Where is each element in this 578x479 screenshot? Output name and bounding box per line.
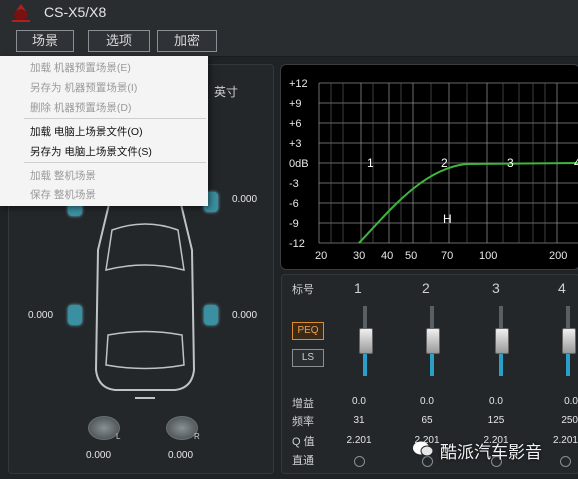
band-1-bypass-radio[interactable] <box>354 456 365 467</box>
band-marker-3: 3 <box>507 156 514 170</box>
wechat-icon <box>413 441 434 457</box>
band-3-freq[interactable]: 125 <box>474 415 518 426</box>
menu-encrypt-button[interactable]: 加密 <box>157 30 217 52</box>
band-2-gain[interactable]: 0.0 <box>405 396 449 407</box>
band-2-number: 2 <box>422 280 430 296</box>
menu-item-load-file[interactable]: 加载 电脑上场景文件(O) <box>30 124 143 139</box>
row-label-index: 标号 <box>292 284 314 296</box>
y-tick-label: +12 <box>289 78 308 90</box>
menu-bar: 场景 选项 加密 <box>0 26 578 57</box>
band-1-gain[interactable]: 0.0 <box>337 396 381 407</box>
y-tick-label: +3 <box>289 138 302 150</box>
menu-item-load-whole[interactable]: 加载 整机场景 <box>30 168 96 183</box>
menu-separator <box>24 162 206 163</box>
front-right-value: 0.000 <box>232 194 258 205</box>
x-tick-label: 100 <box>479 250 497 262</box>
frequency-response-graph: +12 +9 +6 +3 0dB -3 -6 -9 -12 20 30 40 50 70 100 200 1 2 3… <box>280 64 578 270</box>
row-label-bypass: 直通 <box>292 455 314 467</box>
y-tick-label: -6 <box>289 198 299 210</box>
band-2-slider-knob[interactable] <box>426 328 440 354</box>
graph-canvas: +12 +9 +6 +3 0dB -3 -6 -9 -12 20 30 40 50 70 100 200 1 2 3… <box>289 78 578 262</box>
peq-button[interactable]: PEQ <box>292 322 324 340</box>
y-tick-label: 0dB <box>289 158 309 170</box>
rear-right-value: 0.000 <box>232 310 258 321</box>
row-label-q: Q 值 <box>292 436 315 448</box>
band-3-number: 3 <box>492 280 500 296</box>
band-3-gain[interactable]: 0.0 <box>474 396 518 407</box>
rear-left-value: 0.000 <box>28 310 54 321</box>
x-tick-label: 50 <box>405 250 417 262</box>
title-bar: CS-X5/X8 <box>0 0 578 26</box>
sub-left-label: L <box>116 432 121 441</box>
band-3-slider-knob[interactable] <box>495 328 509 354</box>
band-2-freq[interactable]: 65 <box>405 415 449 426</box>
band-1-slider-knob[interactable] <box>359 328 373 354</box>
app-logo-icon <box>12 4 30 22</box>
hpf-marker: H <box>443 212 452 226</box>
y-tick-label: +9 <box>289 98 302 110</box>
x-tick-label: 70 <box>441 250 453 262</box>
menu-item-load-preset[interactable]: 加载 机器预置场景(E) <box>30 60 131 75</box>
car-outline <box>94 190 196 399</box>
band-4-number: 4 <box>558 280 566 296</box>
rear-left-speaker-icon[interactable] <box>68 305 82 325</box>
rear-right-speaker-icon[interactable] <box>204 305 218 325</box>
sub-left-value: 0.000 <box>86 450 112 461</box>
band-4-gain[interactable]: 0.0 <box>542 396 578 407</box>
band-4-q[interactable]: 2.201 <box>542 435 578 446</box>
window-title: CS-X5/X8 <box>44 4 107 20</box>
menu-options-button[interactable]: 选项 <box>88 30 150 52</box>
sub-right-value: 0.000 <box>168 450 194 461</box>
band-4-slider-knob[interactable] <box>562 328 576 354</box>
y-tick-label: -12 <box>289 238 305 250</box>
band-1-number: 1 <box>354 280 362 296</box>
x-tick-label: 20 <box>315 250 327 262</box>
y-tick-label: +6 <box>289 118 302 130</box>
x-tick-label: 200 <box>549 250 567 262</box>
scene-dropdown-menu: 加载 机器预置场景(E) 另存为 机器预置场景(I) 删除 机器预置场景(D) … <box>0 56 208 206</box>
band-marker-1: 1 <box>367 156 374 170</box>
band-1-freq[interactable]: 31 <box>337 415 381 426</box>
band-1-q[interactable]: 2.201 <box>337 435 381 446</box>
sub-right-label: R <box>194 432 200 441</box>
menu-item-saveas-preset[interactable]: 另存为 机器预置场景(I) <box>30 80 137 95</box>
row-label-gain: 增益 <box>292 398 314 410</box>
band-marker-2: 2 <box>441 156 448 170</box>
y-tick-label: -9 <box>289 218 299 230</box>
band-4-bypass-radio[interactable] <box>560 456 571 467</box>
menu-item-delete-preset[interactable]: 删除 机器预置场景(D) <box>30 100 132 115</box>
band-4-freq[interactable]: 250 <box>542 415 578 426</box>
menu-item-saveas-file[interactable]: 另存为 电脑上场景文件(S) <box>30 144 152 159</box>
band-marker-4: 4 <box>574 156 578 170</box>
ls-button[interactable]: LS <box>292 349 324 367</box>
menu-item-save-whole[interactable]: 保存 整机场景 <box>30 187 96 202</box>
menu-separator <box>24 118 206 119</box>
x-tick-label: 40 <box>381 250 393 262</box>
row-label-freq: 频率 <box>292 416 314 428</box>
y-tick-label: -3 <box>289 178 299 190</box>
menu-scene-button[interactable]: 场景 <box>16 30 74 52</box>
x-tick-label: 30 <box>353 250 365 262</box>
watermark-text: 酷派汽车影音 <box>440 443 542 462</box>
unit-label: 英寸 <box>214 85 239 99</box>
